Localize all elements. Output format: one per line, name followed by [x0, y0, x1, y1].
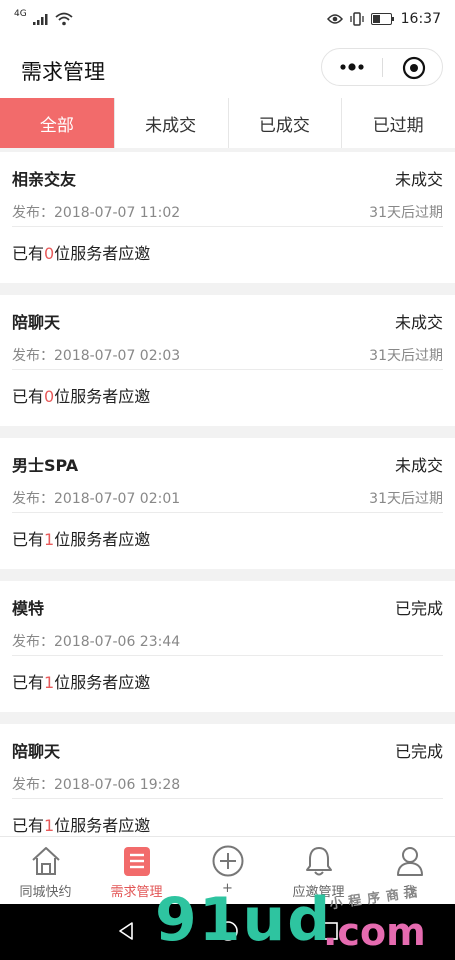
vibrate-icon	[349, 12, 364, 26]
demand-card[interactable]: 陪聊天 未成交 发布：2018-07-07 02:03 31天后过期 已有0位服…	[0, 295, 455, 426]
more-icon[interactable]	[334, 57, 370, 77]
invite-count: 1	[44, 673, 55, 692]
user-icon	[396, 847, 423, 876]
tabbar-label: 同城快约	[19, 885, 72, 900]
battery-icon	[370, 13, 394, 25]
invite-suffix: 位服务者应邀	[54, 816, 151, 835]
publish-date: 发布：2018-07-07 11:02	[12, 205, 181, 221]
publish-date: 发布：2018-07-06 19:28	[12, 777, 181, 793]
demand-title: 男士SPA	[12, 456, 79, 475]
expiry-text: 31天后过期	[369, 205, 443, 221]
list-icon	[123, 847, 150, 876]
card-divider	[12, 512, 443, 513]
eye-icon	[326, 14, 343, 24]
card-divider	[12, 369, 443, 370]
invite-suffix: 位服务者应邀	[54, 673, 151, 692]
tab-all[interactable]: 全部	[0, 98, 114, 148]
publish-date: 发布：2018-07-06 23:44	[12, 634, 181, 650]
invite-prefix: 已有	[12, 673, 45, 692]
invite-suffix: 位服务者应邀	[54, 530, 151, 549]
invite-count: 0	[44, 244, 55, 263]
back-icon[interactable]	[115, 920, 137, 942]
status-bar: 4G 16:37	[0, 0, 455, 38]
publish-date: 发布：2018-07-07 02:03	[12, 348, 181, 364]
filter-tabs: 全部 未成交 已成交 已过期	[0, 98, 455, 148]
tab-not-dealt[interactable]: 未成交	[113, 98, 228, 148]
watermark: 91ud .com 小程序商店	[155, 884, 455, 960]
invite-prefix: 已有	[12, 244, 45, 263]
invite-info: 已有0位服务者应邀	[12, 383, 150, 407]
tab-expired[interactable]: 已过期	[341, 98, 455, 148]
demand-title: 陪聊天	[12, 742, 61, 761]
demand-title: 相亲交友	[12, 170, 77, 189]
demand-card[interactable]: 模特 已完成 发布：2018-07-06 23:44 已有1位服务者应邀	[0, 581, 455, 712]
invite-prefix: 已有	[12, 530, 45, 549]
invite-count: 1	[44, 816, 55, 835]
capsule-divider	[382, 58, 383, 77]
invite-info: 已有1位服务者应邀	[12, 526, 150, 550]
invite-prefix: 已有	[12, 816, 45, 835]
invite-count: 0	[44, 387, 55, 406]
invite-suffix: 位服务者应邀	[54, 387, 151, 406]
clock: 16:37	[400, 11, 441, 27]
page-title: 需求管理	[21, 60, 105, 84]
publish-date: 发布：2018-07-07 02:01	[12, 491, 181, 507]
demand-status: 未成交	[394, 170, 443, 189]
plus-circle-icon	[212, 845, 243, 877]
card-divider	[12, 798, 443, 799]
demand-status: 未成交	[394, 456, 443, 475]
demand-status: 已完成	[394, 742, 443, 761]
tab-dealt[interactable]: 已成交	[227, 98, 342, 148]
network-label: 4G	[14, 9, 27, 19]
bell-icon	[305, 847, 332, 876]
invite-suffix: 位服务者应邀	[54, 244, 151, 263]
invite-count: 1	[44, 530, 55, 549]
expiry-text: 31天后过期	[369, 348, 443, 364]
demand-title: 陪聊天	[12, 313, 61, 332]
demand-title: 模特	[12, 599, 45, 618]
navigation-bar: 需求管理	[0, 38, 455, 98]
card-divider	[12, 655, 443, 656]
invite-info: 已有0位服务者应邀	[12, 240, 150, 264]
tabbar-item-nearby[interactable]: 同城快约	[0, 837, 91, 905]
demand-status: 已完成	[394, 599, 443, 618]
home-icon	[31, 847, 60, 875]
demand-list: 相亲交友 未成交 发布：2018-07-07 11:02 31天后过期 已有0位…	[0, 152, 455, 867]
wifi-icon	[55, 12, 73, 26]
invite-prefix: 已有	[12, 387, 45, 406]
signal-icon	[32, 14, 48, 25]
card-divider	[12, 226, 443, 227]
invite-info: 已有1位服务者应邀	[12, 812, 150, 836]
invite-info: 已有1位服务者应邀	[12, 669, 150, 693]
watermark-logo: 91ud	[155, 885, 333, 955]
watermark-domain: .com	[323, 910, 426, 954]
watermark-caption: 小程序商店	[328, 884, 425, 913]
close-icon[interactable]	[402, 56, 426, 80]
expiry-text: 31天后过期	[369, 491, 443, 507]
miniprogram-capsule	[321, 48, 443, 86]
demand-card[interactable]: 相亲交友 未成交 发布：2018-07-07 11:02 31天后过期 已有0位…	[0, 152, 455, 283]
demand-status: 未成交	[394, 313, 443, 332]
demand-card[interactable]: 男士SPA 未成交 发布：2018-07-07 02:01 31天后过期 已有1…	[0, 438, 455, 569]
